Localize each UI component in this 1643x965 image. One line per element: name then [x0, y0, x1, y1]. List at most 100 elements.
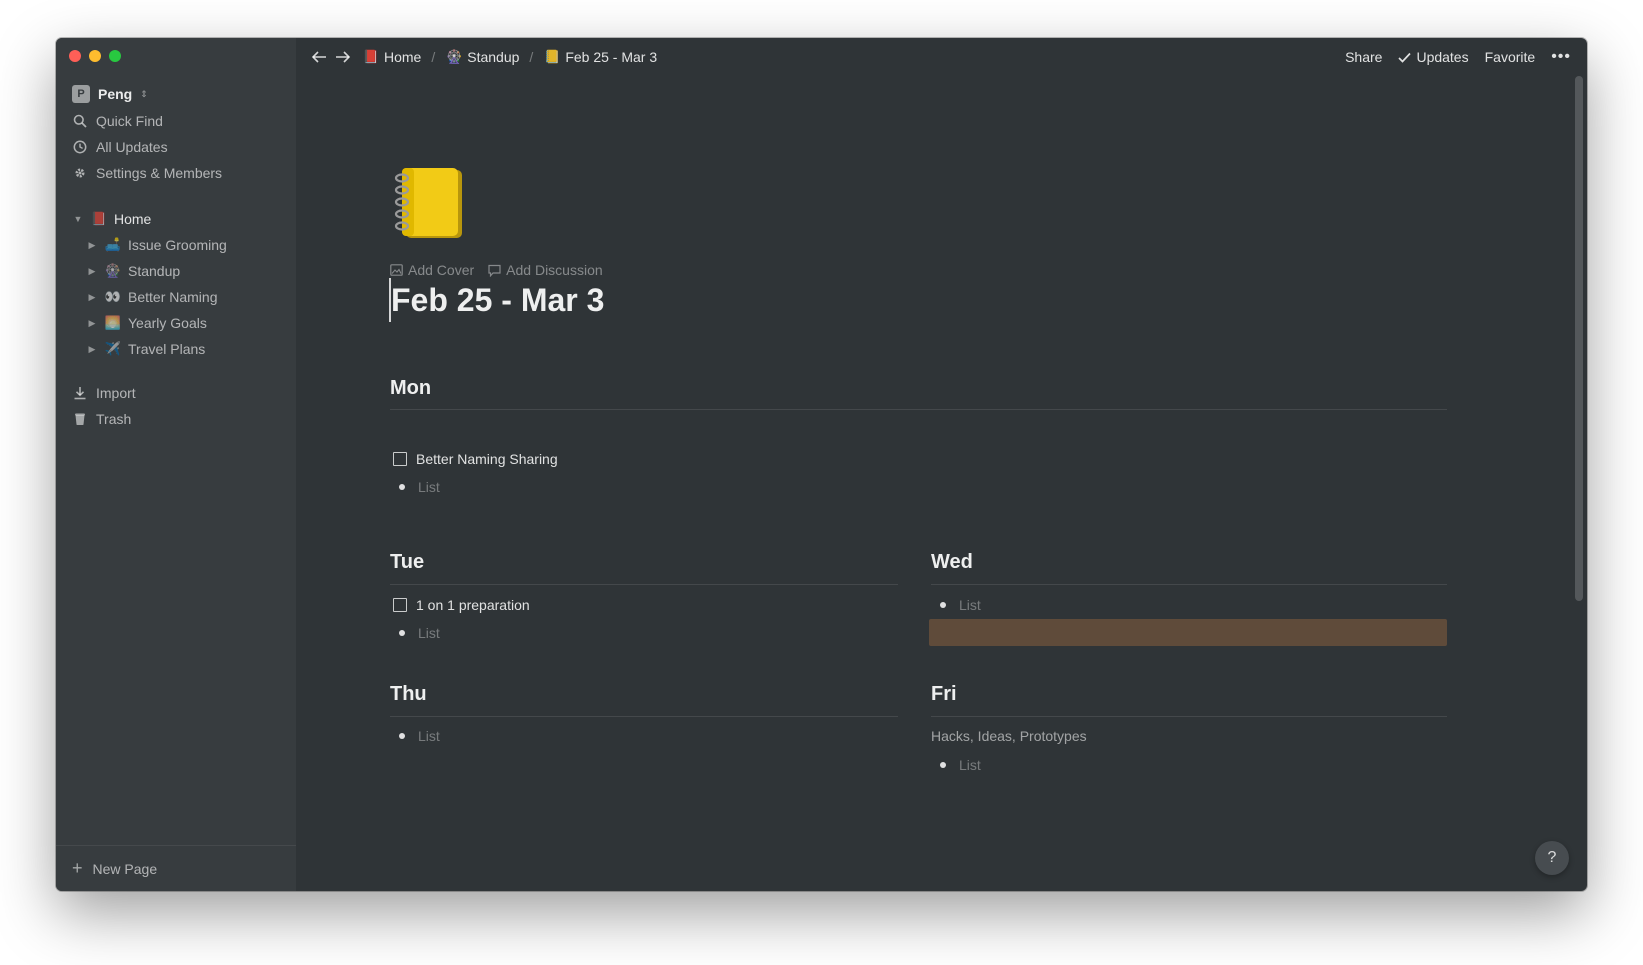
close-window-button[interactable]	[69, 50, 81, 62]
todo-item[interactable]: 1 on 1 preparation	[393, 597, 530, 613]
updates-label: Updates	[1416, 49, 1469, 65]
bulleted-list-item[interactable]: List	[931, 597, 981, 613]
todo-item[interactable]: Better Naming Sharing	[393, 451, 558, 467]
workspace-avatar: P	[72, 85, 90, 103]
closed-book-icon: 📕	[90, 211, 108, 226]
minimize-window-button[interactable]	[89, 50, 101, 62]
chevron-updown-icon: ⇕	[140, 88, 148, 99]
favorite-button[interactable]: Favorite	[1485, 49, 1536, 65]
list-placeholder: List	[959, 757, 981, 773]
airplane-icon: ✈️	[104, 341, 122, 356]
sidebar: P Peng ⇕ Quick Find All Updates Settings…	[56, 38, 296, 891]
sidebar-item-label: Better Naming	[128, 289, 218, 305]
bulleted-list-item[interactable]: List	[390, 479, 440, 495]
divider	[390, 584, 898, 585]
heading-thu[interactable]: Thu	[390, 683, 427, 706]
more-options-icon[interactable]: •••	[1551, 48, 1571, 66]
breadcrumb-label: Home	[384, 49, 422, 65]
updates-button[interactable]: Updates	[1398, 49, 1469, 65]
workspace-switcher[interactable]: P Peng ⇕	[72, 85, 148, 103]
sidebar-item-all-updates[interactable]: All Updates	[72, 135, 168, 159]
list-placeholder: List	[959, 597, 981, 613]
breadcrumb-current-page[interactable]: 📒 Feb 25 - Mar 3	[543, 48, 657, 66]
breadcrumb-standup[interactable]: 🎡 Standup	[445, 48, 519, 66]
list-placeholder: List	[418, 728, 440, 744]
closed-book-icon: 📕	[362, 49, 380, 64]
maximize-window-button[interactable]	[109, 50, 121, 62]
list-placeholder: List	[418, 625, 440, 641]
selected-block-highlight	[929, 619, 1447, 646]
sidebar-item-label: Standup	[128, 263, 181, 279]
plus-icon: +	[72, 858, 83, 878]
sidebar-item-label: Issue Grooming	[128, 237, 227, 253]
image-icon	[390, 264, 403, 276]
bullet-icon	[940, 602, 946, 608]
sidebar-item-travel-plans[interactable]: ▶ ✈️ Travel Plans	[86, 337, 206, 361]
add-discussion-button[interactable]: Add Discussion	[488, 262, 603, 278]
window-controls	[69, 50, 121, 62]
sidebar-item-better-naming[interactable]: ▶ 👀 Better Naming	[86, 285, 218, 309]
scrollbar-thumb[interactable]	[1575, 76, 1583, 601]
sidebar-item-label: All Updates	[96, 139, 168, 155]
heading-fri[interactable]: Fri	[931, 683, 957, 706]
sidebar-item-settings[interactable]: Settings & Members	[72, 161, 222, 185]
sidebar-item-import[interactable]: Import	[72, 381, 136, 405]
todo-text: Better Naming Sharing	[416, 451, 558, 467]
heading-mon[interactable]: Mon	[390, 377, 431, 400]
add-cover-button[interactable]: Add Cover	[390, 262, 474, 278]
bullet-icon	[399, 484, 405, 490]
triangle-right-icon[interactable]: ▶	[86, 344, 98, 355]
back-arrow-icon[interactable]	[308, 46, 330, 68]
help-button[interactable]: ?	[1535, 841, 1569, 875]
search-icon	[72, 113, 88, 129]
ferris-wheel-icon: 🎡	[104, 263, 122, 278]
sidebar-item-issue-grooming[interactable]: ▶ 🛋️ Issue Grooming	[86, 233, 227, 257]
triangle-right-icon[interactable]: ▶	[86, 292, 98, 303]
checkbox[interactable]	[393, 598, 407, 612]
sidebar-item-label: Import	[96, 385, 136, 401]
bulleted-list-item[interactable]: List	[390, 625, 440, 641]
ferris-wheel-icon: 🎡	[446, 49, 463, 64]
notebook-icon[interactable]	[394, 166, 466, 240]
scrollbar[interactable]	[1571, 76, 1587, 891]
download-icon	[72, 385, 88, 401]
new-page-button[interactable]: + New Page	[56, 845, 296, 891]
sidebar-item-label: Travel Plans	[128, 341, 206, 357]
bulleted-list-item[interactable]: List	[390, 728, 440, 744]
forward-arrow-icon[interactable]	[332, 46, 354, 68]
triangle-right-icon[interactable]: ▶	[86, 266, 98, 277]
notebook-icon: 📒	[544, 49, 561, 64]
text-block[interactable]: Hacks, Ideas, Prototypes	[931, 728, 1087, 744]
new-page-label: New Page	[92, 860, 158, 877]
heading-wed[interactable]: Wed	[931, 551, 973, 574]
breadcrumb-label: Standup	[467, 49, 520, 65]
breadcrumb-separator: /	[431, 49, 436, 65]
add-discussion-label: Add Discussion	[506, 262, 603, 278]
sidebar-item-quick-find[interactable]: Quick Find	[72, 109, 163, 133]
bullet-icon	[940, 762, 946, 768]
sidebar-item-yearly-goals[interactable]: ▶ 🌅 Yearly Goals	[86, 311, 207, 335]
add-cover-label: Add Cover	[408, 262, 475, 278]
bulleted-list-item[interactable]: List	[931, 757, 981, 773]
app-window: P Peng ⇕ Quick Find All Updates Settings…	[56, 38, 1587, 891]
page-title[interactable]: Feb 25 - Mar 3	[389, 278, 604, 322]
clock-icon	[72, 139, 88, 155]
sidebar-item-trash[interactable]: Trash	[72, 407, 131, 431]
list-placeholder: List	[418, 479, 440, 495]
share-button[interactable]: Share	[1345, 49, 1382, 65]
divider	[931, 584, 1447, 585]
sidebar-item-home[interactable]: ▼ 📕 Home	[72, 207, 152, 231]
top-bar: 📕 Home / 🎡 Standup / 📒 Feb 25 - Mar 3 Sh…	[296, 38, 1587, 76]
triangle-right-icon[interactable]: ▶	[86, 318, 98, 329]
heading-tue[interactable]: Tue	[390, 551, 424, 574]
eyes-icon: 👀	[104, 289, 122, 304]
breadcrumb: 📕 Home / 🎡 Standup / 📒 Feb 25 - Mar 3	[362, 48, 657, 66]
page-actions: Add Cover Add Discussion	[390, 262, 603, 278]
breadcrumb-label: Feb 25 - Mar 3	[565, 49, 658, 65]
sidebar-item-label: Home	[114, 211, 152, 227]
checkbox[interactable]	[393, 452, 407, 466]
triangle-right-icon[interactable]: ▶	[86, 240, 98, 251]
triangle-down-icon[interactable]: ▼	[72, 214, 84, 224]
sidebar-item-standup[interactable]: ▶ 🎡 Standup	[86, 259, 181, 283]
breadcrumb-home[interactable]: 📕 Home	[362, 48, 421, 66]
